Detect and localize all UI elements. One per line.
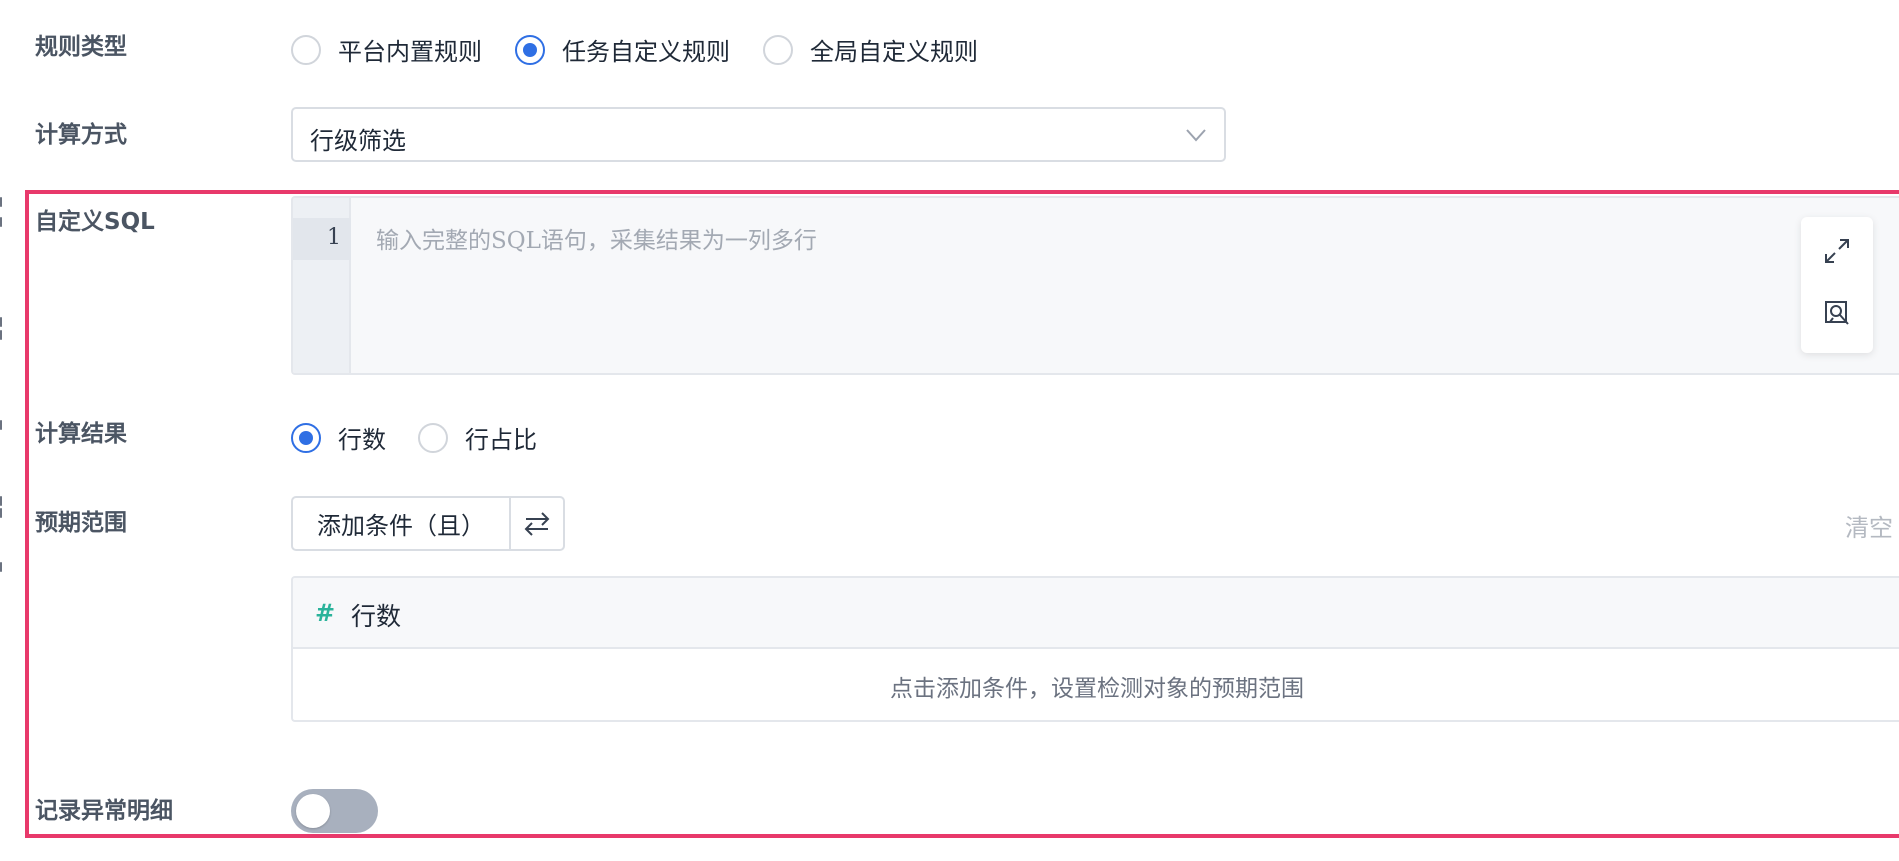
radio-row-ratio[interactable]: 行占比: [418, 420, 537, 455]
radio-label: 任务自定义规则: [562, 38, 730, 66]
radio-platform-builtin-rule[interactable]: 平台内置规则: [291, 32, 482, 67]
toggle-knob: [296, 794, 330, 828]
radio-row-count[interactable]: 行数: [291, 420, 386, 455]
radio-global-custom-rule[interactable]: 全局自定义规则: [763, 32, 978, 67]
active-line-highlight: [293, 218, 351, 260]
edge-marker: [0, 197, 2, 207]
condition-empty-hint[interactable]: 点击添加条件，设置检测对象的预期范围: [293, 649, 1899, 720]
sql-editor[interactable]: 1 输入完整的SQL语句，采集结果为一列多行: [291, 196, 1899, 375]
edge-marker: [0, 330, 2, 340]
radio-circle: [418, 422, 448, 453]
radio-circle-selected: [291, 422, 321, 453]
edge-marker: [0, 217, 2, 227]
preview-icon[interactable]: [1823, 299, 1851, 327]
calc-method-label: 计算方式: [35, 122, 127, 148]
radio-label: 行数: [338, 426, 386, 454]
rule-type-label: 规则类型: [35, 34, 127, 60]
calc-result-label: 计算结果: [35, 421, 127, 447]
add-condition-button[interactable]: 添加条件（且）: [293, 498, 511, 549]
add-condition-group: 添加条件（且）: [291, 496, 565, 551]
calc-method-value: 行级筛选: [310, 127, 406, 155]
radio-label: 行占比: [465, 426, 537, 454]
radio-circle-selected: [515, 34, 545, 65]
expected-range-label: 预期范围: [35, 510, 127, 536]
edge-marker: [0, 317, 2, 327]
condition-panel: # 行数 点击添加条件，设置检测对象的预期范围: [291, 576, 1899, 722]
line-number: 1: [327, 225, 341, 250]
editor-toolbar: [1801, 217, 1873, 353]
radio-circle: [763, 34, 793, 65]
sql-placeholder: 输入完整的SQL语句，采集结果为一列多行: [376, 228, 817, 254]
swap-icon[interactable]: [511, 498, 563, 549]
custom-sql-label: 自定义SQL: [35, 209, 155, 235]
edge-marker: [0, 508, 2, 518]
hash-icon: #: [315, 599, 336, 627]
record-detail-label: 记录异常明细: [35, 798, 173, 824]
radio-circle: [291, 34, 321, 65]
clear-link[interactable]: 清空: [1845, 508, 1893, 543]
record-detail-toggle[interactable]: [291, 789, 378, 833]
radio-label: 全局自定义规则: [810, 38, 978, 66]
line-gutter: 1: [293, 198, 351, 373]
expand-icon[interactable]: [1823, 237, 1851, 265]
radio-label: 平台内置规则: [338, 38, 482, 66]
edge-marker: [0, 496, 2, 506]
calc-method-select[interactable]: 行级筛选: [291, 107, 1226, 162]
edge-marker: [0, 562, 2, 572]
metric-name: 行数: [351, 602, 402, 631]
radio-task-custom-rule[interactable]: 任务自定义规则: [515, 32, 730, 67]
edge-marker: [0, 420, 2, 430]
chevron-down-icon: [1184, 123, 1208, 151]
condition-panel-header: # 行数: [293, 578, 1899, 649]
